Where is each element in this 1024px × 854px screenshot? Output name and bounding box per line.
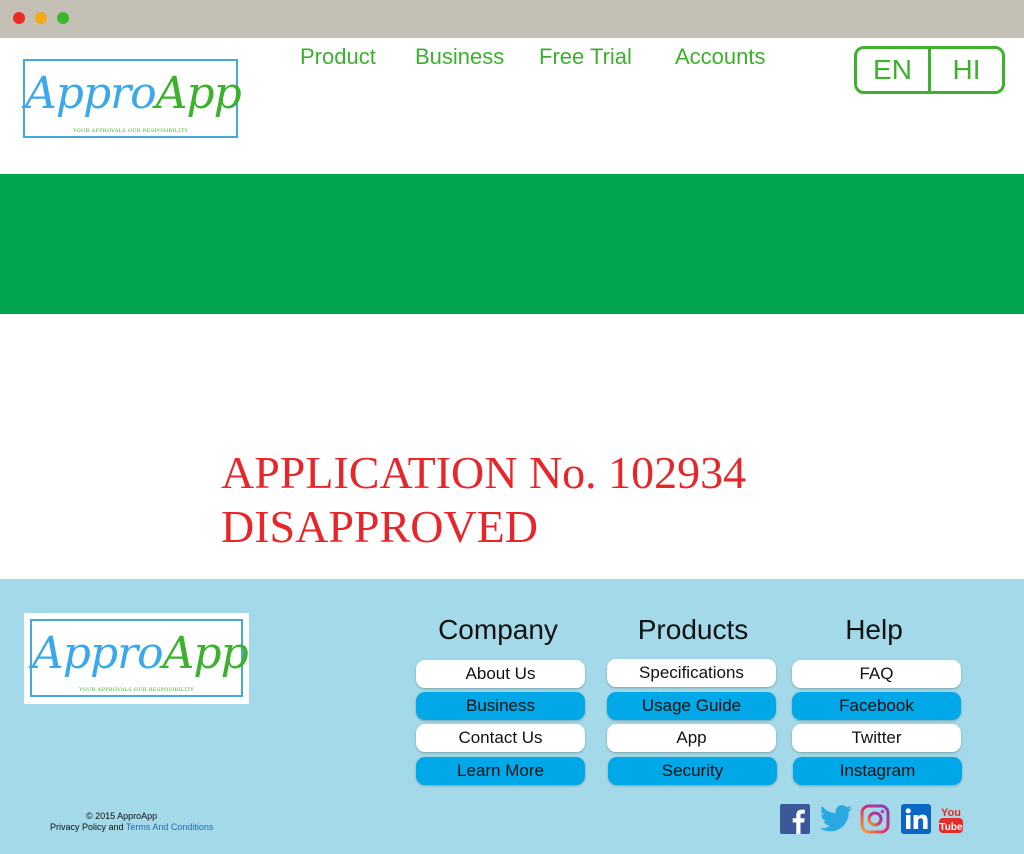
application-status-message: APPLICATION No. 102934 DISAPPROVED [221,446,746,554]
window-titlebar [0,0,1024,38]
youtube-icon[interactable]: You Tube [938,804,964,834]
header-logo[interactable]: ApproApp YOUR APPROVALS OUR RESPOSIBILIT… [23,59,242,138]
footer-link-instagram[interactable]: Instagram [793,757,962,785]
footer-logo-wordmark: ApproApp [32,628,249,679]
nav-business[interactable]: Business [415,44,504,70]
footer-link-facebook[interactable]: Facebook [792,692,961,720]
footer-link-learn-more[interactable]: Learn More [416,757,585,785]
language-switcher: EN HI [854,46,1005,94]
footer-link-business[interactable]: Business [416,692,585,720]
footer-link-security[interactable]: Security [608,757,777,785]
terms-link[interactable]: Terms And Conditions [126,822,214,832]
footer-logo[interactable]: ApproApp YOUR APPROVALS OUR RESPOSIBILIT… [24,613,249,704]
hero-banner [0,174,1024,314]
minimize-window-button[interactable] [35,12,47,24]
footer-column-title-company: Company [438,614,558,645]
nav-accounts[interactable]: Accounts [675,44,766,70]
close-window-button[interactable] [13,12,25,24]
facebook-icon[interactable] [780,804,810,834]
legal-line: Privacy Policy and Terms And Conditions [50,822,213,833]
language-hi-button[interactable]: HI [928,49,1002,91]
svg-text:You: You [941,807,961,819]
footer-link-app[interactable]: App [607,724,776,752]
footer-logo-box: ApproApp YOUR APPROVALS OUR RESPOSIBILIT… [30,619,249,697]
privacy-policy-text: Privacy Policy and [50,822,126,832]
application-status: DISAPPROVED [221,501,538,552]
footer-link-about-us[interactable]: About Us [416,660,585,688]
maximize-window-button[interactable] [57,12,69,24]
footer-link-contact-us[interactable]: Contact Us [416,724,585,752]
language-en-button[interactable]: EN [857,49,928,91]
footer-link-twitter[interactable]: Twitter [792,724,961,752]
instagram-icon[interactable] [860,804,890,834]
footer-link-faq[interactable]: FAQ [792,660,961,688]
footer-column-title-help: Help [845,614,903,645]
nav-free-trial[interactable]: Free Trial [539,44,632,70]
copyright-block: © 2015 ApproApp Privacy Policy and Terms… [50,811,213,833]
footer-logo-tagline: YOUR APPROVALS OUR RESPOSIBILITY [79,687,194,693]
svg-text:Tube: Tube [939,822,963,833]
footer: ApproApp YOUR APPROVALS OUR RESPOSIBILIT… [0,579,1024,854]
logo-tagline: YOUR APPROVALS OUR RESPOSIBILITY [73,128,188,134]
footer-link-usage-guide[interactable]: Usage Guide [607,692,776,720]
application-number: APPLICATION No. 102934 [221,447,747,498]
linkedin-icon[interactable] [901,804,931,834]
nav-product[interactable]: Product [300,44,376,70]
twitter-icon[interactable] [819,804,853,834]
logo-wordmark: ApproApp [25,68,242,119]
footer-link-specifications[interactable]: Specifications [607,659,776,687]
copyright-text: © 2015 ApproApp [86,811,158,821]
footer-column-title-products: Products [637,614,749,645]
